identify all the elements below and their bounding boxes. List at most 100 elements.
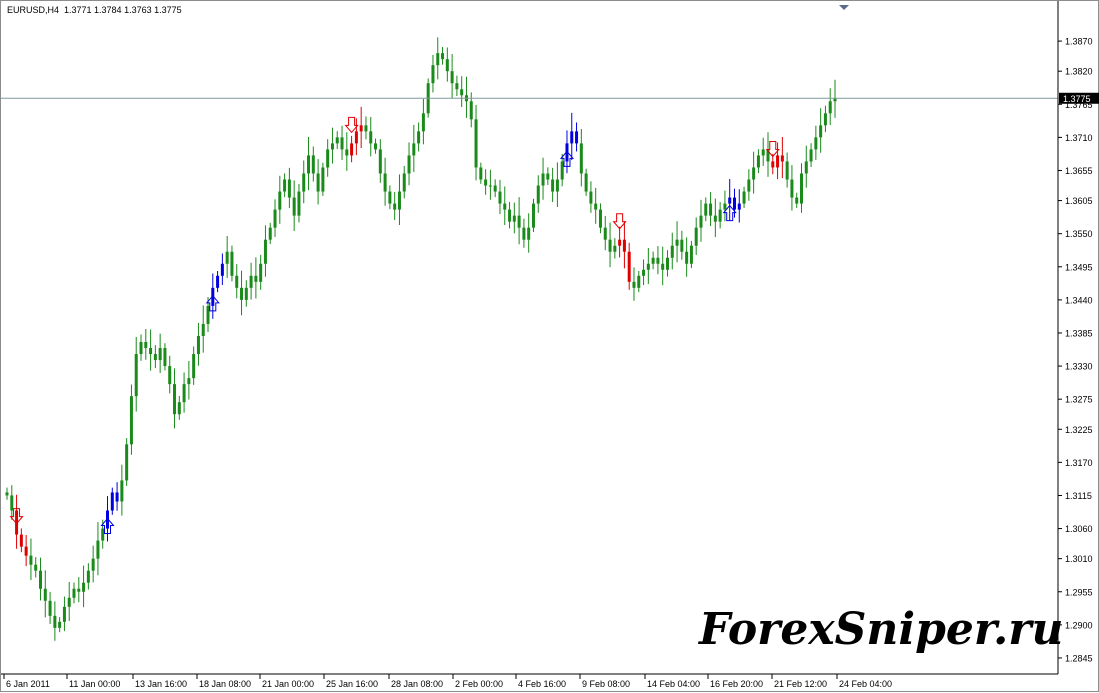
candle-body <box>173 384 177 415</box>
candle-body <box>522 227 526 240</box>
price-axis: 1.38701.38201.37651.37101.36551.36051.35… <box>1058 37 1093 663</box>
candle-body <box>699 215 703 228</box>
candle-body <box>732 197 736 210</box>
candle-body <box>393 203 397 210</box>
candle-body <box>378 149 382 174</box>
time-tick-label: 21 Jan 00:00 <box>262 679 314 689</box>
candle-body <box>570 131 574 144</box>
time-tick-label: 6 Jan 2011 <box>6 679 50 689</box>
candle-body <box>713 215 717 222</box>
candle-body <box>120 480 124 502</box>
candle-body <box>19 534 23 547</box>
candle-body <box>823 113 827 126</box>
candle-body <box>622 239 626 252</box>
candle-body <box>263 239 267 264</box>
time-tick-label: 24 Feb 04:00 <box>839 679 892 689</box>
candle-body <box>828 101 832 114</box>
candle-body <box>594 203 598 210</box>
candle-body <box>307 155 311 174</box>
price-tick-label: 1.3385 <box>1065 328 1093 338</box>
price-tick-label: 1.3440 <box>1065 295 1093 305</box>
candle-body <box>402 173 406 192</box>
time-tick-label: 14 Feb 04:00 <box>647 679 700 689</box>
candle-body <box>192 354 196 379</box>
price-tick-label: 1.2845 <box>1065 653 1093 663</box>
candle-body <box>661 263 665 270</box>
chart-window[interactable]: 1.3870 1.3820 1.3765 1.3710 1.3655 1.3605 1.35… <box>0 0 1099 692</box>
watermark: ForexSniper.ru <box>699 604 1064 655</box>
candle-body <box>503 203 507 210</box>
candle-body <box>752 167 756 180</box>
candle-body <box>589 191 593 204</box>
candle-body <box>694 227 698 246</box>
candle-body <box>125 444 129 481</box>
candle-body <box>383 173 387 192</box>
candle-body <box>201 323 205 336</box>
candle-body <box>756 155 760 168</box>
time-tick-label: 21 Feb 12:00 <box>774 679 827 689</box>
candle-body <box>445 59 449 72</box>
price-tick-label: 1.3605 <box>1065 196 1093 206</box>
candle-body <box>417 131 421 144</box>
chart-shift-marker-icon[interactable] <box>839 5 849 10</box>
candle-body <box>72 588 76 598</box>
chart-canvas[interactable]: 1.38701.38201.37651.37101.36551.36051.35… <box>1 1 1099 693</box>
sell-arrow-icon <box>612 213 627 230</box>
candle-body <box>321 167 325 192</box>
candle-body <box>469 101 473 120</box>
candle-body <box>742 191 746 204</box>
candle-body <box>551 179 555 192</box>
candle-body <box>675 239 679 246</box>
candle-body <box>153 354 157 361</box>
candle-body <box>603 227 607 240</box>
candle-body <box>498 191 502 204</box>
candle-body <box>62 606 66 622</box>
price-tick-label: 1.3495 <box>1065 262 1093 272</box>
candle-body <box>608 239 612 252</box>
price-tick-label: 1.2900 <box>1065 620 1093 630</box>
candle-body <box>689 245 693 264</box>
price-tick-label: 1.2955 <box>1065 587 1093 597</box>
price-tick-label: 1.3275 <box>1065 395 1093 405</box>
candle-body <box>484 179 488 186</box>
candle-body <box>230 251 234 276</box>
candle-body <box>278 191 282 210</box>
price-tick-label: 1.3060 <box>1065 524 1093 534</box>
candle-body <box>77 588 81 592</box>
candle-body <box>67 597 71 607</box>
candle-body <box>776 155 780 168</box>
candle-body <box>48 600 52 616</box>
candle-body <box>685 251 689 264</box>
candle-body <box>646 263 650 270</box>
price-tick-label: 1.3655 <box>1065 166 1093 176</box>
time-tick-label: 4 Feb 16:00 <box>518 679 566 689</box>
candle-body <box>460 89 464 96</box>
candle-body <box>316 173 320 192</box>
candle-body <box>780 155 784 162</box>
time-tick-label: 18 Jan 08:00 <box>199 679 251 689</box>
candle-body <box>249 275 253 288</box>
candle-body <box>618 239 622 246</box>
candle-body <box>29 555 33 565</box>
candle-body <box>330 143 334 150</box>
candle-body <box>613 245 617 252</box>
current-price-label-text: 1.3775 <box>1063 94 1091 104</box>
candle-body <box>187 378 191 385</box>
candle-body <box>388 191 392 204</box>
candle-body <box>86 570 90 583</box>
candle-body <box>670 245 674 258</box>
candle-body <box>292 197 296 216</box>
candle-body <box>283 179 287 192</box>
candle-body <box>718 209 722 222</box>
time-tick-label: 2 Feb 00:00 <box>455 679 503 689</box>
candle-body <box>627 251 631 282</box>
candle-body <box>819 125 823 138</box>
candle-body <box>531 203 535 228</box>
candle-body <box>412 143 416 156</box>
candle-body <box>637 275 641 288</box>
time-tick-label: 11 Jan 00:00 <box>69 679 120 689</box>
candle-body <box>182 384 186 403</box>
candle-body <box>340 137 344 150</box>
candle-body <box>704 203 708 216</box>
time-tick-label: 16 Feb 20:00 <box>710 679 763 689</box>
